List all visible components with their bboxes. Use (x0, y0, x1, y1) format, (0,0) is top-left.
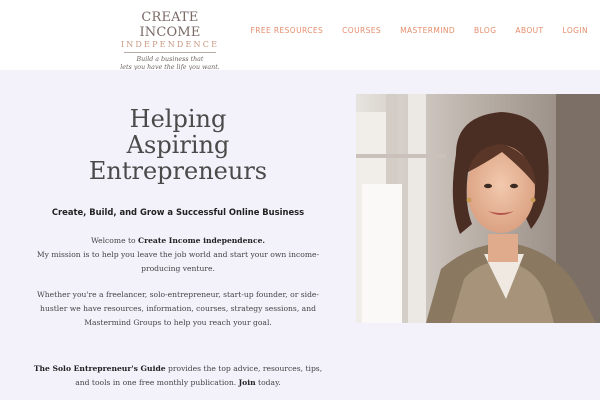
mission-text: My mission is to help you leave the job … (36, 250, 320, 273)
guide-title: The Solo Entrepreneur's Guide (33, 364, 166, 373)
welcome-paragraph: Welcome to Create Income independence. M… (30, 234, 326, 276)
guide-paragraph: The Solo Entrepreneur's Guide provides t… (30, 362, 326, 390)
hero-section: Helping Aspiring Entrepreneurs Create, B… (0, 70, 600, 400)
logo-subtitle: INDEPENDENCE (120, 40, 220, 49)
nav-free-resources[interactable]: FREE RESOURCES (251, 26, 324, 35)
audience-paragraph: Whether you're a freelancer, solo-entrep… (36, 290, 319, 327)
nav-about[interactable]: ABOUT (515, 26, 543, 35)
logo-title: CREATE INCOME (139, 10, 201, 40)
nav-mastermind[interactable]: MASTERMIND (400, 26, 455, 35)
site-header: CREATE INCOME INDEPENDENCE Build a busin… (0, 0, 600, 72)
logo-tagline-1: Build a business that (136, 56, 204, 63)
guide-end: today. (255, 378, 281, 387)
welcome-prefix: Welcome to (90, 236, 139, 245)
headline-line-3: Entrepreneurs (88, 157, 268, 185)
logo-divider (124, 52, 216, 53)
hero-headline: Helping Aspiring Entrepreneurs (68, 106, 288, 184)
headline-line-2: Aspiring (126, 131, 230, 159)
hero-subhead: Create, Build, and Grow a Successful Onl… (51, 207, 305, 217)
founder-photo (356, 94, 600, 323)
main-nav: FREE RESOURCES COURSES MASTERMIND BLOG A… (232, 26, 589, 35)
nav-blog[interactable]: BLOG (474, 26, 496, 35)
founder-portrait-image (356, 94, 600, 323)
nav-login[interactable]: LOGIN (563, 26, 588, 35)
nav-courses[interactable]: COURSES (342, 26, 381, 35)
join-link[interactable]: Join (239, 378, 256, 387)
welcome-brand: Create Income independence. (138, 236, 266, 245)
headline-line-1: Helping (129, 105, 227, 133)
site-logo[interactable]: CREATE INCOME INDEPENDENCE Build a busin… (118, 10, 222, 72)
